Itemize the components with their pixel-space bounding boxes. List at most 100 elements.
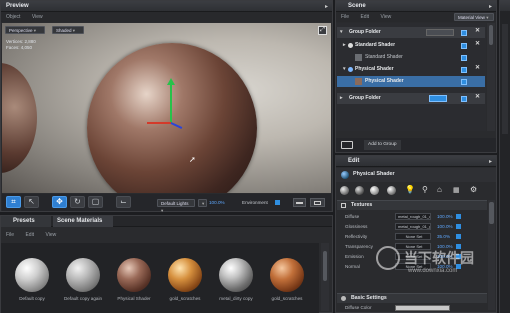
presets-scrollbar[interactable]: [321, 243, 329, 311]
prop-texture-field[interactable]: metal_rough_01_g: [395, 223, 431, 230]
viewport[interactable]: ➚ Perspective Shaded Vertices: 2,880 Fac…: [2, 23, 331, 193]
shader-preset-icon-2[interactable]: [355, 186, 364, 195]
shader-preset-icon-1[interactable]: [340, 186, 349, 195]
preview-title: Preview: [1, 1, 332, 12]
prop-amount[interactable]: 100.0%: [437, 212, 453, 221]
scene-collapse-icon[interactable]: ▸: [489, 3, 492, 10]
shading-dropdown[interactable]: Shaded: [52, 26, 84, 34]
row5-close-icon[interactable]: ✕: [475, 93, 480, 100]
preset-thumb-5[interactable]: [270, 258, 304, 292]
preset-thumb-1[interactable]: [66, 258, 100, 292]
gizmo-y-axis[interactable]: [170, 83, 172, 123]
prop-label: Glossiness: [345, 224, 368, 229]
row0-visible-checkbox[interactable]: [461, 30, 467, 36]
menu-file[interactable]: File: [6, 232, 14, 238]
prop-enable-checkbox[interactable]: [456, 214, 461, 219]
menu-object[interactable]: Object: [6, 14, 20, 20]
folder-expand-icon[interactable]: ▸: [340, 93, 343, 104]
right-panel-scrollbar[interactable]: [502, 24, 508, 134]
scene-menu-edit[interactable]: Edit: [360, 14, 369, 20]
snap-tool-icon[interactable]: ⌙: [116, 196, 131, 208]
tab-presets[interactable]: Presets: [1, 216, 51, 227]
tag-icon[interactable]: ⌂: [437, 185, 442, 194]
scene-panel: Scene ▸ File Edit View Material View ▾ G…: [335, 0, 497, 153]
tab-scene-materials[interactable]: Scene Materials: [53, 216, 113, 227]
edit-collapse-icon[interactable]: ▸: [489, 158, 492, 165]
row0-close-icon[interactable]: ✕: [475, 27, 480, 34]
gear-icon[interactable]: ⚙: [470, 185, 477, 194]
scale-tool-icon[interactable]: ▢: [88, 196, 103, 208]
preview-toolbar: ⌗ ↖ ✥ ↻ ▢ ⌙ Default Lights 100.0% Enviro…: [2, 194, 331, 211]
rotate-tool-icon[interactable]: ↻: [70, 196, 85, 208]
scene-scrollbar[interactable]: [487, 23, 495, 131]
right-side-panel: [499, 0, 510, 313]
environment-checkbox[interactable]: [275, 200, 280, 205]
prop-texture-field[interactable]: metal_rough_01_d: [395, 213, 431, 220]
prop-texture-field[interactable]: None Set: [395, 233, 431, 240]
folder-color-swatch[interactable]: [429, 95, 447, 102]
textures-section[interactable]: Textures: [337, 200, 487, 210]
basic-settings-section[interactable]: Basic Settings: [337, 293, 487, 303]
material-view-dropdown[interactable]: Material View: [454, 13, 494, 21]
menu-view[interactable]: View: [45, 232, 56, 238]
shader-preset-icon-4[interactable]: [387, 186, 396, 195]
texture-thumb-icon: [355, 78, 362, 85]
spot-icon[interactable]: ⚲: [422, 185, 428, 194]
row1-visible-checkbox[interactable]: [461, 43, 467, 49]
row2-visible-checkbox[interactable]: [461, 55, 467, 61]
environment-label: Environment: [242, 200, 268, 205]
row1-close-icon[interactable]: ✕: [475, 40, 480, 47]
prop-row-reflectivity: Reflectivity None Set 35.0%: [345, 232, 463, 241]
shader-type-icon: [341, 171, 349, 179]
shader-preset-icon-3[interactable]: [370, 186, 379, 195]
prop-label: Diffuse: [345, 214, 360, 219]
layout-single-icon[interactable]: [293, 198, 306, 207]
menu-view[interactable]: View: [32, 14, 43, 20]
scene-menu-view[interactable]: View: [380, 14, 391, 20]
basic-settings-title: Basic Settings: [351, 295, 387, 301]
preset-thumb-4[interactable]: [219, 258, 253, 292]
preview-collapse-icon[interactable]: ▸: [325, 3, 328, 10]
row3-visible-checkbox[interactable]: [461, 67, 467, 73]
edit-scrollbar[interactable]: [488, 200, 495, 310]
preset-thumb-0[interactable]: [15, 258, 49, 292]
folder-name-field[interactable]: [426, 29, 454, 36]
scene-menu-file[interactable]: File: [341, 14, 349, 20]
shader-name[interactable]: Physical Shader: [353, 171, 395, 177]
prop-amount[interactable]: 35.0%: [437, 232, 450, 241]
camera-dropdown[interactable]: Perspective: [5, 26, 45, 34]
menu-edit[interactable]: Edit: [25, 232, 34, 238]
zoom-stepper-icon[interactable]: [198, 199, 207, 207]
section-collapse-icon[interactable]: [341, 296, 346, 301]
scene-footer: Add to Group: [336, 138, 496, 152]
prop-enable-checkbox[interactable]: [456, 234, 461, 239]
grid-icon[interactable]: ▦: [453, 186, 460, 194]
shader-header: Physical Shader: [336, 168, 496, 182]
preset-thumb-3[interactable]: [168, 258, 202, 292]
prop-enable-checkbox[interactable]: [456, 224, 461, 229]
row5-visible-checkbox[interactable]: [461, 96, 467, 102]
light-icon[interactable]: 💡: [405, 185, 415, 194]
layout-monitor-icon[interactable]: [310, 198, 325, 207]
row3-close-icon[interactable]: ✕: [475, 64, 480, 71]
shader-expand-icon[interactable]: ▾: [343, 64, 346, 75]
move-tool-icon[interactable]: ✥: [52, 196, 67, 208]
gizmo-x-axis[interactable]: [147, 122, 171, 124]
fullscreen-icon[interactable]: ⤢: [318, 26, 327, 35]
preset-thumb-2[interactable]: [117, 258, 151, 292]
section-collapse-icon[interactable]: [341, 203, 346, 208]
add-group-icon[interactable]: [341, 141, 353, 149]
zoom-value[interactable]: 100.0%: [209, 200, 225, 205]
lighting-dropdown[interactable]: Default Lights: [157, 199, 195, 207]
row4-visible-checkbox[interactable]: [461, 79, 467, 85]
presets-menu: File Edit View: [1, 230, 332, 240]
prop-amount[interactable]: 100.0%: [437, 222, 453, 231]
shader-expand-icon[interactable]: ▸: [343, 40, 346, 51]
camera-tool-icon[interactable]: ⌗: [6, 196, 21, 208]
preset-label-2: Physical Shader: [117, 296, 151, 301]
diffuse-color-swatch[interactable]: [395, 305, 450, 311]
select-tool-icon[interactable]: ↖: [24, 196, 39, 208]
folder-expand-icon[interactable]: ▾: [340, 27, 343, 38]
add-to-group-button[interactable]: Add to Group: [364, 140, 401, 150]
scene-tree: ▾ Group Folder ✕ ▸ Standard Shader ✕ Sta…: [336, 23, 486, 131]
